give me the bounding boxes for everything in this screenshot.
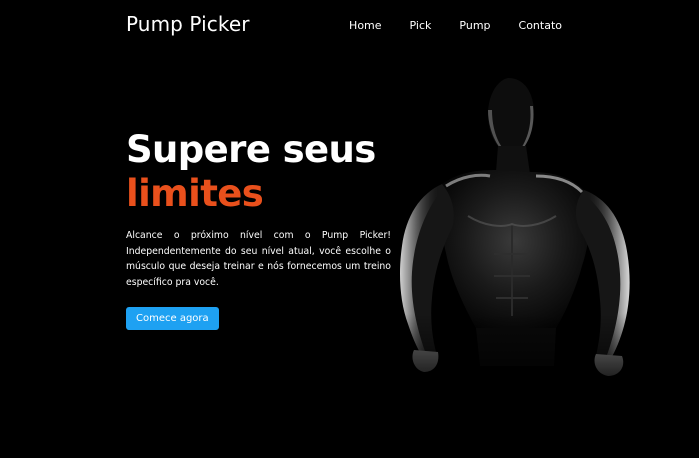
hero-title: Supere seus limites xyxy=(126,128,391,216)
muscular-man-image xyxy=(370,66,660,396)
landing-page: Pump Picker Home Pick Pump Contato Super… xyxy=(0,0,699,458)
nav-link-pick[interactable]: Pick xyxy=(410,19,432,32)
hero-section: Supere seus limites Alcance o próximo ní… xyxy=(126,128,391,330)
brand-logo[interactable]: Pump Picker xyxy=(126,12,250,36)
start-now-button[interactable]: Comece agora xyxy=(126,307,219,330)
nav-link-pump[interactable]: Pump xyxy=(459,19,490,32)
hero-description: Alcance o próximo nível com o Pump Picke… xyxy=(126,230,391,288)
nav-menu: Home Pick Pump Contato xyxy=(349,19,562,32)
nav-link-home[interactable]: Home xyxy=(349,19,381,32)
hero-title-line1: Supere seus xyxy=(126,128,376,171)
nav-link-contato[interactable]: Contato xyxy=(519,19,562,32)
hero-title-accent: limites xyxy=(126,172,264,215)
top-nav: Pump Picker Home Pick Pump Contato xyxy=(126,0,562,50)
